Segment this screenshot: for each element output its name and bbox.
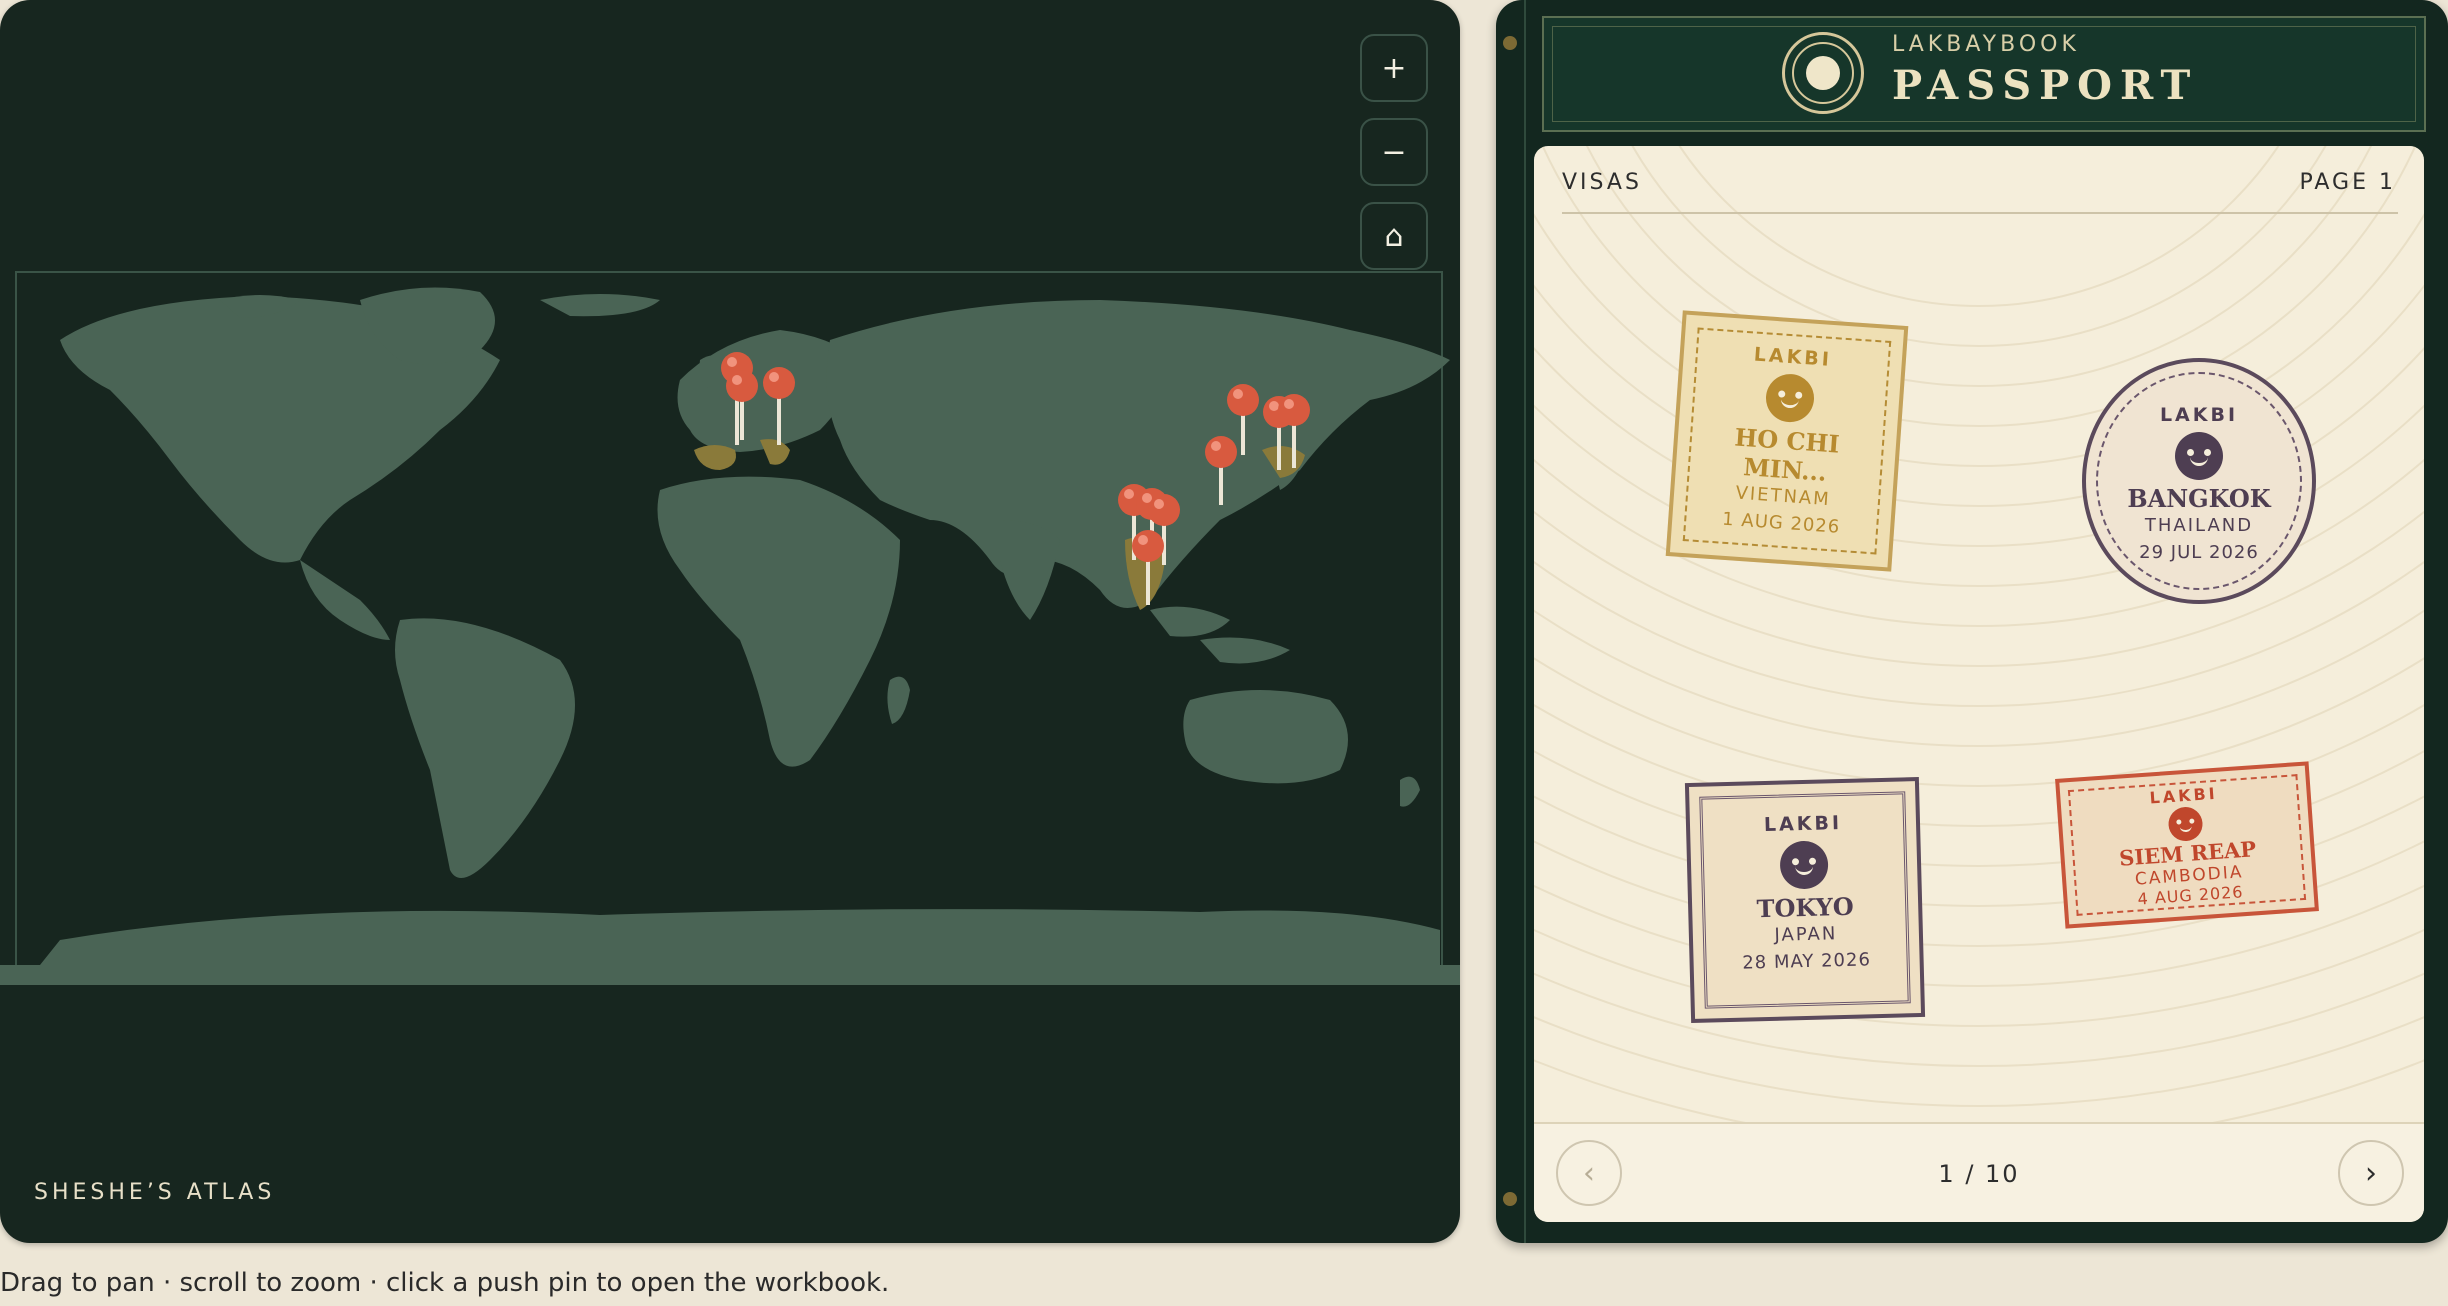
smiley-icon <box>2167 805 2204 843</box>
map-panel[interactable]: + − ⌂ SHESHE’S ATLAS <box>0 0 1460 1243</box>
land-antarctica-band <box>0 965 1460 985</box>
page-number-label: PAGE 1 <box>2299 170 2396 195</box>
stamp-date: 29 JUL 2026 <box>2139 542 2259 563</box>
stamp-country: THAILAND <box>2144 515 2254 536</box>
page-footer: ‹ 1 / 10 › <box>1534 1122 2424 1222</box>
stamp-ho-chi-minh[interactable]: LAKBI HO CHI MIN... VIETNAM 1 AUG 2026 <box>1665 310 1909 572</box>
spine-rivet <box>1503 36 1517 50</box>
land-africa <box>657 476 900 767</box>
stamp-city: BANGKOK <box>2127 484 2271 513</box>
zoom-out-button[interactable]: − <box>1360 118 1428 186</box>
map-hint: Drag to pan · scroll to zoom · click a p… <box>0 1268 890 1298</box>
section-label: VISAS <box>1562 170 1642 195</box>
spine-rivet <box>1503 1192 1517 1206</box>
home-button[interactable]: ⌂ <box>1360 202 1428 270</box>
smiley-icon <box>1779 840 1829 890</box>
world-map[interactable] <box>0 0 1460 1243</box>
land-south-america <box>395 618 575 878</box>
passport-page: VISAS PAGE 1 ‹ 1 / 10 › <box>1534 146 2424 1222</box>
passport-emblem-icon <box>1782 32 1864 114</box>
land-central-america <box>300 560 390 640</box>
zoom-in-button[interactable]: + <box>1360 34 1428 102</box>
land-australia <box>1183 690 1348 784</box>
stamp-siem-reap[interactable]: LAKBI SIEM REAP CAMBODIA 4 AUG 2026 <box>2055 761 2319 929</box>
land-antarctica <box>40 909 1440 965</box>
smiley-icon <box>1764 372 1816 424</box>
next-page-button[interactable]: › <box>2338 1140 2404 1206</box>
stamp-label: LAKBI <box>2159 404 2239 426</box>
page-guilloche <box>1534 146 2424 1147</box>
stamp-city: TOKYO <box>1756 891 1855 924</box>
stamp-city: HO CHI MIN... <box>1733 422 1841 487</box>
atlas-title: SHESHE’S ATLAS <box>34 1180 276 1205</box>
divider <box>1562 212 2398 214</box>
highlight-spain <box>694 445 736 470</box>
stamp-date: 28 MAY 2026 <box>1742 949 1872 974</box>
stamp-tokyo[interactable]: LAKBI TOKYO JAPAN 28 MAY 2026 <box>1684 776 1926 1024</box>
page-count: 1 / 10 <box>1938 1160 2020 1188</box>
passport-spine <box>1496 0 1526 1243</box>
passport-title: PASSPORT <box>1892 62 2199 109</box>
stamp-label: LAKBI <box>1753 343 1833 371</box>
passport-brand: LAKBAYBOOK <box>1892 32 2080 57</box>
stamp-country: JAPAN <box>1774 923 1838 946</box>
smiley-icon <box>2175 432 2223 480</box>
stamp-label: LAKBI <box>1763 812 1843 837</box>
stamp-bangkok[interactable]: LAKBI BANGKOK THAILAND 29 JUL 2026 <box>2082 358 2316 604</box>
